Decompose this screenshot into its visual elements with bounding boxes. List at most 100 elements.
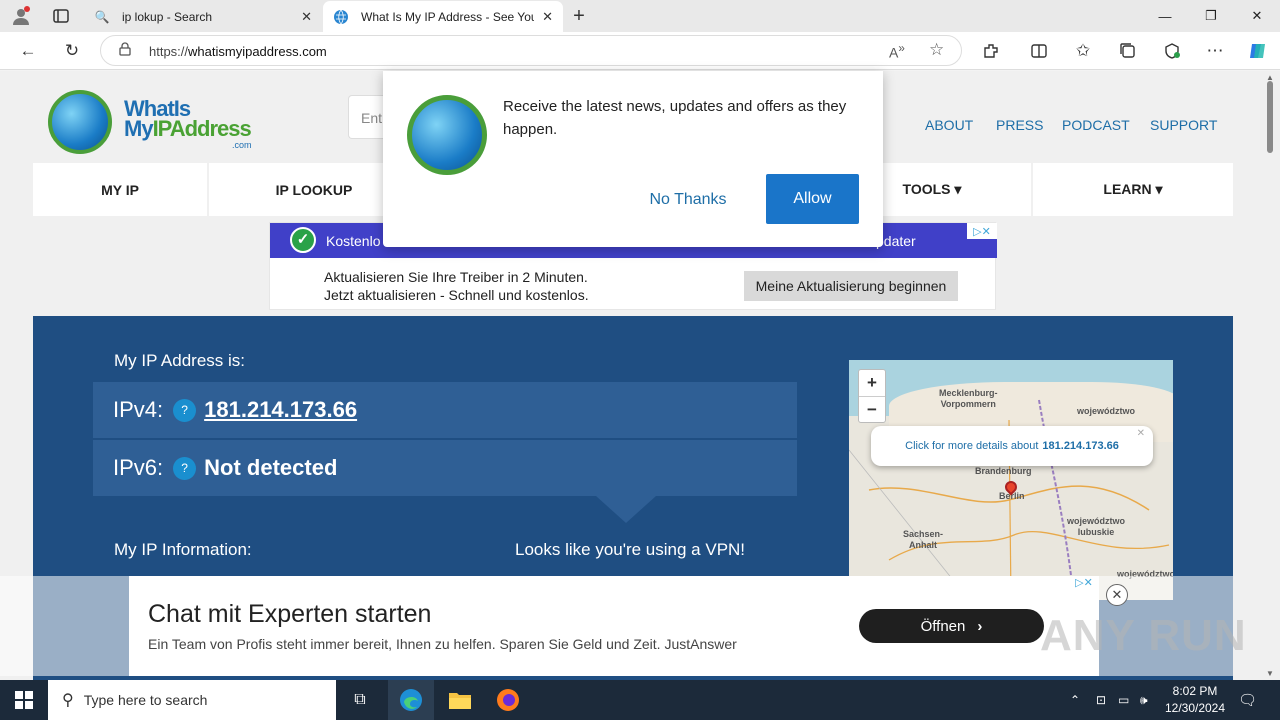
tray-overflow-icon[interactable]: ⌃	[1070, 680, 1088, 720]
help-icon[interactable]: ?	[173, 456, 197, 480]
ad-backdrop-left	[0, 576, 129, 676]
clock-date: 12/30/2024	[1164, 701, 1226, 715]
globe-logo-icon	[48, 90, 112, 154]
map-popup-text: Click for more details about	[905, 440, 1039, 452]
adchoices-icon[interactable]: ▷✕	[1069, 576, 1099, 592]
file-explorer-icon[interactable]	[438, 680, 482, 720]
windows-taskbar: ⚲ Type here to search ⧉ ⌃ ⊡ ▭ 🕪 8:02 PM …	[0, 680, 1280, 720]
location-map[interactable]: + − Mecklenburg- Vorpommern województwo B…	[849, 360, 1173, 600]
profile-icon[interactable]	[8, 4, 34, 28]
system-clock[interactable]: 8:02 PM 12/30/2024	[1160, 683, 1230, 717]
collections-icon[interactable]	[1113, 36, 1143, 66]
my-ip-label: My IP Address is:	[114, 351, 246, 370]
url-text: https://whatismyipaddress.com	[149, 44, 327, 59]
ipv6-label: IPv6:	[113, 455, 164, 480]
copilot-icon[interactable]	[1243, 36, 1273, 66]
zoom-out-button[interactable]: −	[859, 396, 885, 422]
help-icon[interactable]: ?	[173, 398, 197, 422]
logo-text-line2: MyIPAddress	[124, 116, 252, 141]
nav-learn[interactable]: LEARN ▾	[1033, 163, 1233, 216]
ipv6-value: Not detected	[204, 455, 338, 480]
split-screen-icon[interactable]	[1024, 36, 1054, 66]
tab-title: ip lokup - Search	[122, 9, 213, 24]
notifications-icon[interactable]: 🗨	[1238, 680, 1258, 720]
map-label: Brandenburg	[975, 466, 1032, 476]
adchoices-icon[interactable]: ▷✕	[967, 223, 997, 239]
ipv4-label: IPv4:	[113, 397, 164, 422]
tab-whatismyip[interactable]: What Is My IP Address - See Your ✕	[323, 1, 563, 32]
ipv4-row: IPv4: ? 181.214.173.66	[93, 382, 797, 438]
ad-band-text-left: Kostenlo	[326, 233, 381, 249]
map-label: województwo lubuskie	[1067, 516, 1125, 537]
map-zoom-controls: + −	[858, 369, 886, 423]
firefox-icon[interactable]	[486, 680, 530, 720]
ipv6-row: IPv6: ? Not detected	[93, 440, 797, 496]
chat-experts-ad[interactable]: Chat mit Experten starten Ein Team von P…	[129, 576, 1099, 676]
about-link[interactable]: ABOUT	[925, 117, 973, 133]
task-view-icon[interactable]: ⧉	[340, 680, 380, 720]
edge-taskbar-icon[interactable]	[388, 680, 434, 720]
clock-time: 8:02 PM	[1172, 684, 1218, 698]
podcast-link[interactable]: PODCAST	[1062, 117, 1130, 133]
close-window-button[interactable]: ✕	[1234, 0, 1280, 32]
logo-text-line3: .com	[232, 140, 252, 150]
volume-icon[interactable]: 🕪	[1140, 680, 1158, 720]
checkmark-icon: ✓	[290, 227, 316, 253]
page-scrollbar[interactable]: ▲ ▼	[1262, 71, 1280, 680]
search-icon: 🔍	[94, 9, 110, 24]
favorites-icon[interactable]: ✩	[1068, 36, 1098, 66]
browser-essentials-icon[interactable]	[1157, 36, 1187, 66]
maximize-button[interactable]: ❐	[1188, 0, 1234, 32]
ad-headline: Chat mit Experten starten	[148, 600, 432, 628]
map-label: Sachsen- Anhalt	[903, 529, 944, 550]
ad-open-button[interactable]: Öffnen ›	[859, 609, 1044, 643]
ipv4-value-link[interactable]: 181.214.173.66	[204, 397, 357, 423]
ad-subline: Ein Team von Profis steht immer bereit, …	[148, 636, 737, 652]
scroll-down-icon[interactable]: ▼	[1266, 669, 1274, 678]
notification-prompt: Receive the latest news, updates and off…	[383, 71, 883, 247]
refresh-icon[interactable]: ↻	[57, 36, 87, 66]
support-link[interactable]: SUPPORT	[1150, 117, 1217, 133]
tab-search[interactable]: 🔍 ip lokup - Search ✕	[84, 1, 322, 32]
map-label: województwo	[1077, 406, 1135, 416]
vpn-notice: Looks like you're using a VPN!	[515, 540, 746, 559]
tab-bar: 🔍 ip lokup - Search ✕ What Is My IP Addr…	[0, 0, 1280, 32]
map-popup[interactable]: Click for more details about 181.214.173…	[871, 426, 1153, 466]
read-aloud-icon[interactable]: A»	[889, 42, 905, 61]
globe-icon	[333, 9, 349, 25]
ad-line-1: Aktualisieren Sie Ihre Treiber in 2 Minu…	[324, 269, 588, 285]
notification-message: Receive the latest news, updates and off…	[503, 98, 847, 138]
zoom-in-button[interactable]: +	[859, 370, 885, 396]
press-link[interactable]: PRESS	[996, 117, 1043, 133]
lock-icon	[119, 42, 131, 59]
close-tab-icon[interactable]: ✕	[301, 9, 312, 25]
new-tab-button[interactable]: +	[566, 3, 592, 29]
site-logo-icon	[407, 95, 487, 175]
favorite-star-icon[interactable]: ☆	[929, 40, 944, 60]
tab-actions-icon[interactable]	[48, 4, 74, 28]
site-logo[interactable]: WhatIs MyIPAddress .com	[48, 88, 258, 160]
extensions-icon[interactable]	[976, 36, 1006, 66]
no-thanks-button[interactable]: No Thanks	[633, 175, 743, 225]
minimize-button[interactable]: —	[1142, 0, 1188, 32]
nav-my-ip[interactable]: MY IP	[33, 163, 209, 216]
ip-search-input[interactable]: Ent	[348, 95, 388, 139]
allow-button[interactable]: Allow	[766, 174, 859, 224]
ad-update-button[interactable]: Meine Aktualisierung beginnen	[744, 271, 958, 301]
ad-close-button[interactable]: ✕	[1106, 584, 1128, 606]
scroll-thumb[interactable]	[1267, 81, 1273, 153]
network-icon[interactable]: ⊡	[1096, 680, 1114, 720]
search-icon: ⚲	[62, 692, 74, 709]
map-popup-close[interactable]: ✕	[1137, 428, 1145, 439]
more-menu-icon[interactable]: ⋯	[1200, 36, 1230, 66]
url-field[interactable]: https://whatismyipaddress.com A» ☆	[100, 35, 962, 66]
back-icon[interactable]: ←	[13, 36, 43, 66]
ad-line-2: Jetzt aktualisieren - Schnell und kosten…	[324, 287, 589, 303]
start-icon[interactable]	[0, 680, 48, 720]
callout-pointer	[596, 496, 656, 523]
map-popup-ip[interactable]: 181.214.173.66	[1042, 440, 1118, 452]
wifi-icon[interactable]: ▭	[1118, 680, 1136, 720]
map-label: Mecklenburg- Vorpommern	[939, 388, 998, 409]
taskbar-search[interactable]: ⚲ Type here to search	[48, 680, 336, 720]
close-tab-icon[interactable]: ✕	[542, 9, 553, 25]
